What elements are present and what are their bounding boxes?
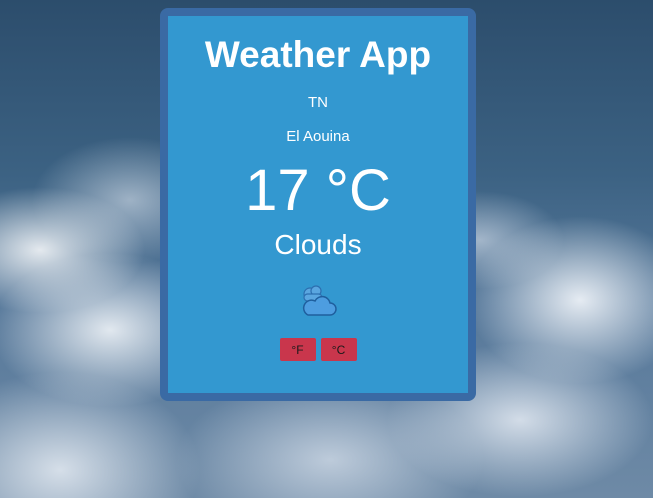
- celsius-button[interactable]: °C: [320, 338, 357, 361]
- temperature-value: 17 °C: [245, 158, 391, 223]
- city-name: El Aouina: [286, 128, 350, 145]
- unit-toggle-group: °F °C: [168, 338, 468, 361]
- app-title: Weather App: [204, 34, 432, 75]
- fahrenheit-button[interactable]: °F: [279, 338, 316, 361]
- weather-icon-container: [168, 284, 468, 324]
- cloud-icon: [302, 285, 337, 316]
- weather-card-body: Weather App TN El Aouina 17 °C Clouds °F…: [168, 16, 468, 393]
- country-code: TN: [308, 94, 328, 111]
- weather-card: Weather App TN El Aouina 17 °C Clouds °F…: [160, 8, 476, 401]
- weather-description: Clouds: [274, 229, 362, 260]
